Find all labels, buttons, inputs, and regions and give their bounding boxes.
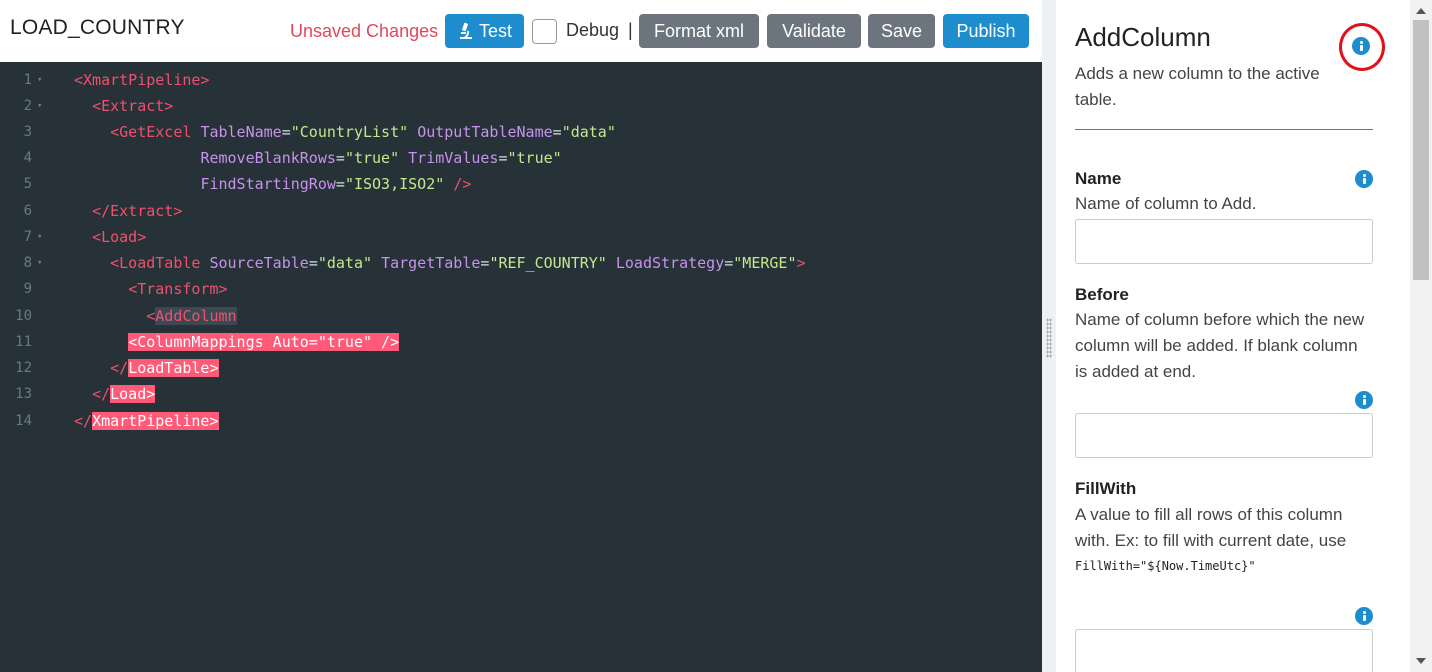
xml-value: "CountryList" xyxy=(290,123,409,141)
toolbar: LOAD_COUNTRY Unsaved Changes Test Debug … xyxy=(0,0,1042,62)
xml-tag: <XmartPipeline> xyxy=(74,71,210,89)
line-number: 8 xyxy=(23,255,32,271)
field-label-fillwith: FillWith xyxy=(1075,479,1137,498)
error-highlight: <ColumnMappings Auto="true" /> xyxy=(128,333,400,351)
code-line: 9 <Transform> xyxy=(0,276,1042,302)
test-button-label: Test xyxy=(478,21,512,41)
xml-value: "REF_COUNTRY" xyxy=(489,254,607,272)
field-label-name: Name xyxy=(1075,169,1122,188)
xml-value: "MERGE" xyxy=(733,254,797,272)
code-line: 6 </Extract> xyxy=(0,198,1042,224)
debug-label: Debug xyxy=(566,20,620,40)
line-number: 6 xyxy=(23,203,32,219)
fillwith-input[interactable] xyxy=(1075,629,1373,672)
code-line: 11 <ColumnMappings Auto="true" /> xyxy=(0,329,1042,355)
save-button[interactable]: Save xyxy=(868,14,935,48)
field-label-before: Before xyxy=(1075,285,1129,304)
code-line: 3 <GetExcel TableName="CountryList" Outp… xyxy=(0,119,1042,145)
publish-button[interactable]: Publish xyxy=(943,14,1029,48)
line-number: 14 xyxy=(15,413,32,429)
code-line: 5 FindStartingRow="ISO3,ISO2" /> xyxy=(0,171,1042,197)
xml-tag: <Extract> xyxy=(92,97,174,115)
line-number: 10 xyxy=(15,308,32,324)
xml-tag: </Extract> xyxy=(92,202,183,220)
code-line: 12 </LoadTable> xyxy=(0,355,1042,381)
code-line: 1 ▾ <XmartPipeline> xyxy=(0,67,1042,93)
code-line: 14 </XmartPipeline> xyxy=(0,408,1042,434)
fold-toggle-icon[interactable]: ▾ xyxy=(37,224,42,250)
line-number: 13 xyxy=(15,386,32,402)
field-example-fillwith: FillWith="${Now.TimeUtc}" xyxy=(1075,559,1256,573)
xml-tag: <Transform> xyxy=(128,280,228,298)
xml-attr: TrimValues xyxy=(408,149,499,167)
error-highlight: Load> xyxy=(110,385,156,403)
scroll-down-icon[interactable] xyxy=(1416,658,1426,664)
fold-toggle-icon[interactable]: ▾ xyxy=(37,250,42,276)
page-title: LOAD_COUNTRY xyxy=(10,16,185,39)
xml-attr: RemoveBlankRows xyxy=(200,149,336,167)
xml-tag: /> xyxy=(453,175,472,193)
debug-checkbox[interactable] xyxy=(532,19,557,44)
test-button[interactable]: Test xyxy=(445,14,524,48)
code-line: 10 <AddColumn xyxy=(0,303,1042,329)
xml-attr: TableName xyxy=(200,123,282,141)
line-number: 5 xyxy=(23,176,32,192)
info-icon[interactable] xyxy=(1355,391,1373,409)
code-line: 7 ▾ <Load> xyxy=(0,224,1042,250)
xml-value: "data" xyxy=(561,123,616,141)
code-line: 8 ▾ <LoadTable SourceTable="data" Target… xyxy=(0,250,1042,276)
line-number: 1 xyxy=(23,72,32,88)
xml-value: "ISO3,ISO2" xyxy=(344,175,445,193)
info-icon[interactable] xyxy=(1355,607,1373,625)
error-highlight: XmartPipeline> xyxy=(92,412,219,430)
field-description-before: Name of column before which the new colu… xyxy=(1075,310,1365,381)
panel-title: AddColumn xyxy=(1075,22,1211,52)
before-input[interactable] xyxy=(1075,413,1373,458)
drag-handle-icon[interactable] xyxy=(1046,318,1052,358)
toolbar-separator: | xyxy=(628,20,633,40)
fold-toggle-icon[interactable]: ▾ xyxy=(37,67,42,93)
field-description-fillwith: A value to fill all rows of this column … xyxy=(1075,505,1347,550)
field-description-name: Name of column to Add. xyxy=(1075,194,1257,213)
unsaved-changes-label: Unsaved Changes xyxy=(290,21,439,41)
xml-tag: <LoadTable xyxy=(110,254,201,272)
cursor-tag: AddColumn xyxy=(155,307,237,325)
code-line: 2 ▾ <Extract> xyxy=(0,93,1042,119)
code-editor[interactable]: 1 ▾ <XmartPipeline> 2 ▾ <Extract> 3 <Get… xyxy=(0,62,1042,672)
xml-tag: <GetExcel xyxy=(110,123,192,141)
line-number: 3 xyxy=(23,124,32,140)
info-icon[interactable] xyxy=(1352,37,1370,55)
scroll-up-icon[interactable] xyxy=(1416,8,1426,14)
scroll-thumb[interactable] xyxy=(1413,20,1429,280)
xml-attr: SourceTable xyxy=(209,254,309,272)
line-number: 2 xyxy=(23,98,32,114)
line-number: 11 xyxy=(15,334,32,350)
xml-value: "true" xyxy=(507,149,562,167)
line-number: 12 xyxy=(15,360,32,376)
xml-attr: OutputTableName xyxy=(417,123,553,141)
xml-tag: <Load> xyxy=(92,228,147,246)
line-number: 4 xyxy=(23,150,32,166)
xml-attr: FindStartingRow xyxy=(200,175,336,193)
xml-attr: TargetTable xyxy=(381,254,481,272)
fold-toggle-icon[interactable]: ▾ xyxy=(37,93,42,119)
error-highlight: LoadTable> xyxy=(128,359,219,377)
xml-attr: LoadStrategy xyxy=(615,254,725,272)
help-panel: AddColumn Adds a new column to the activ… xyxy=(1056,0,1410,672)
code-line: 4 RemoveBlankRows="true" TrimValues="tru… xyxy=(0,145,1042,171)
divider xyxy=(1075,129,1373,130)
microscope-icon xyxy=(459,22,472,39)
code-line: 13 </Load> xyxy=(0,381,1042,407)
info-icon[interactable] xyxy=(1355,170,1373,188)
xml-value: "data" xyxy=(317,254,373,272)
validate-button[interactable]: Validate xyxy=(767,14,861,48)
line-number: 7 xyxy=(23,229,32,245)
line-number: 9 xyxy=(23,281,32,297)
format-xml-button[interactable]: Format xml xyxy=(639,14,759,48)
panel-description: Adds a new column to the active table. xyxy=(1075,64,1320,109)
xml-value: "true" xyxy=(344,149,400,167)
name-input[interactable] xyxy=(1075,219,1373,264)
